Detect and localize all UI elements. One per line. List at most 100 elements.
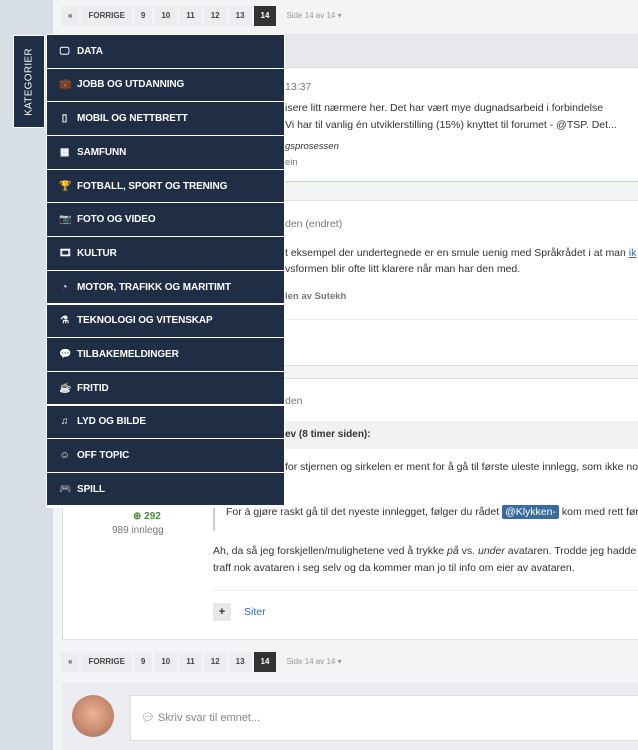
- category-item[interactable]: 🖵 DATA: [47, 35, 284, 68]
- t: Ah, da så jeg forskjellen/mulighetene ve…: [213, 545, 448, 557]
- post-time: den (endret): [285, 218, 343, 230]
- multiquote-button[interactable]: +: [213, 603, 231, 621]
- post-tag: gsprosessen: [285, 141, 339, 152]
- page-label: Side 14 av 14: [286, 11, 336, 20]
- category-item[interactable]: ♫ LYD OG BILDE: [47, 405, 284, 439]
- music-icon: ♫: [60, 416, 69, 428]
- prev-page-button[interactable]: FORRIGE: [81, 652, 132, 672]
- edited-by: len av Sutekh: [285, 291, 347, 302]
- film-icon: 🎞: [59, 247, 72, 259]
- category-label: FOTBALL, SPORT OG TRENING: [77, 180, 228, 192]
- pagination-bottom: « FORRIGE 9 10 11 12 13 14 Side 14 av 14…: [61, 652, 349, 672]
- category-label: LYD OG BILDE: [77, 416, 146, 428]
- text: t eksempel der undertegnede er en smule …: [285, 247, 626, 259]
- pagination-top: « FORRIGE 9 10 11 12 13 14 Side 14 av 14…: [61, 6, 349, 26]
- t: under: [478, 545, 505, 557]
- post-count: 989 innlegg: [112, 525, 164, 536]
- coffee-icon: ☕: [59, 382, 72, 394]
- gamepad-icon: 🎮: [59, 483, 72, 495]
- category-label: TILBAKEMELDINGER: [77, 348, 179, 360]
- category-label: KULTUR: [77, 247, 117, 259]
- page-jump-dropdown[interactable]: Side 14 av 14 ▾: [278, 652, 348, 672]
- quote-text: for stjernen og sirkelen er ment for å g…: [285, 461, 638, 473]
- post-time: 13:37: [285, 81, 312, 93]
- reply-placeholder: Skriv svar til emnet...: [158, 712, 261, 724]
- category-item[interactable]: 🏆 FOTBALL, SPORT OG TRENING: [47, 169, 284, 203]
- page-9[interactable]: 9: [133, 652, 153, 672]
- page-14[interactable]: 14: [253, 6, 277, 26]
- category-item[interactable]: 📷 FOTO OG VIDEO: [47, 203, 284, 236]
- t: vs.: [458, 545, 478, 557]
- post-sub: ein: [285, 157, 298, 168]
- categories-tab-label: KATEGORIER: [23, 47, 35, 116]
- building-icon: ▦: [59, 146, 70, 158]
- category-item[interactable]: 🎮 SPILL: [47, 472, 284, 506]
- category-label: JOBB OG UTDANNING: [77, 79, 185, 91]
- trophy-icon: 🏆: [59, 180, 72, 192]
- page-12[interactable]: 12: [203, 652, 227, 672]
- post-time: den: [285, 395, 303, 407]
- text: For å gjøre raskt gå til det nyeste innl…: [226, 506, 500, 518]
- category-label: MOBIL OG NETTBRETT: [77, 113, 188, 125]
- page-label: Side 14 av 14: [286, 657, 336, 666]
- first-page-button[interactable]: «: [61, 652, 80, 672]
- page-11[interactable]: 11: [179, 6, 202, 26]
- avatar: [72, 695, 114, 737]
- camera-icon: 📷: [59, 214, 72, 226]
- comment-icon: 💬︎: [141, 712, 155, 724]
- category-label: MOTOR, TRAFIKK OG MARITIMT: [77, 281, 231, 293]
- reply-input[interactable]: 💬︎ Skriv svar til emnet...: [130, 695, 638, 741]
- smile-icon: ☺: [59, 450, 70, 461]
- quote-text: For å gjøre raskt gå til det nyeste innl…: [226, 505, 638, 519]
- post-text: vsformen blir ofte litt klarere når man …: [285, 263, 521, 275]
- category-item[interactable]: ▦ SAMFUNN: [47, 136, 284, 169]
- mention[interactable]: @Klykken-: [502, 505, 559, 519]
- page-13[interactable]: 13: [228, 6, 252, 26]
- category-label: TEKNOLOGI OG VITENSKAP: [77, 315, 213, 327]
- post-text: traff nok avataren i seg selv og da komm…: [213, 562, 575, 574]
- briefcase-icon: 💼: [59, 79, 72, 91]
- t: på: [447, 545, 459, 557]
- t: avataren. Trodde jeg hadde: [504, 545, 637, 557]
- category-item[interactable]: ▯ MOBIL OG NETTBRETT: [47, 102, 284, 135]
- categories-tab[interactable]: KATEGORIER: [13, 35, 45, 128]
- category-item[interactable]: 🎞 KULTUR: [47, 237, 284, 270]
- page-10[interactable]: 10: [154, 652, 178, 672]
- page-jump-dropdown[interactable]: Side 14 av 14 ▾: [278, 6, 348, 26]
- flask-icon: ⚗: [60, 315, 69, 327]
- categories-menu: 🖵 DATA 💼 JOBB OG UTDANNING ▯ MOBIL OG NETTBRE…: [46, 34, 285, 508]
- link[interactable]: ik: [629, 247, 637, 259]
- page-11[interactable]: 11: [179, 652, 202, 672]
- category-item[interactable]: 💬 TILBAKEMELDINGER: [47, 338, 284, 371]
- reputation-badge: ⊕ 292: [133, 511, 161, 522]
- post-text: Ah, da så jeg forskjellen/mulighetene ve…: [213, 545, 636, 557]
- page-12[interactable]: 12: [203, 6, 227, 26]
- category-item[interactable]: ☕ FRITID: [47, 371, 284, 405]
- comments-icon: 💬: [59, 348, 72, 360]
- category-label: DATA: [77, 45, 103, 57]
- post-text: t eksempel der undertegnede er en smule …: [285, 247, 636, 259]
- monitor-icon: 🖵: [59, 45, 70, 57]
- category-label: SPILL: [77, 483, 105, 495]
- category-item[interactable]: ⚗ TEKNOLOGI OG VITENSKAP: [47, 304, 284, 337]
- category-label: FOTO OG VIDEO: [77, 214, 156, 226]
- category-label: FRITID: [77, 382, 109, 394]
- page-14[interactable]: 14: [253, 652, 277, 672]
- page-9[interactable]: 9: [133, 6, 153, 26]
- quote-button[interactable]: Siter: [244, 606, 266, 618]
- prev-page-button[interactable]: FORRIGE: [81, 6, 132, 26]
- reply-area: 💬︎ Skriv svar til emnet...: [62, 683, 638, 750]
- text: kom med rett før: [561, 506, 638, 518]
- page-10[interactable]: 10: [154, 6, 178, 26]
- category-label: SAMFUNN: [77, 146, 127, 158]
- category-item[interactable]: ◔ MOTOR, TRAFIKK OG MARITIMT: [47, 270, 284, 304]
- post-text: isere litt nærmere her. Det har vært mye…: [285, 102, 604, 114]
- quote-header: ev (8 timer siden):: [285, 429, 371, 440]
- category-item[interactable]: ☺ OFF TOPIC: [47, 439, 284, 472]
- post-text: Vi har til vanlig én utviklerstilling (1…: [285, 119, 617, 131]
- category-item[interactable]: 💼 JOBB OG UTDANNING: [47, 68, 284, 102]
- dashboard-icon: ◔: [61, 281, 68, 293]
- mobile-icon: ▯: [61, 113, 68, 125]
- page-13[interactable]: 13: [228, 652, 252, 672]
- first-page-button[interactable]: «: [61, 6, 80, 26]
